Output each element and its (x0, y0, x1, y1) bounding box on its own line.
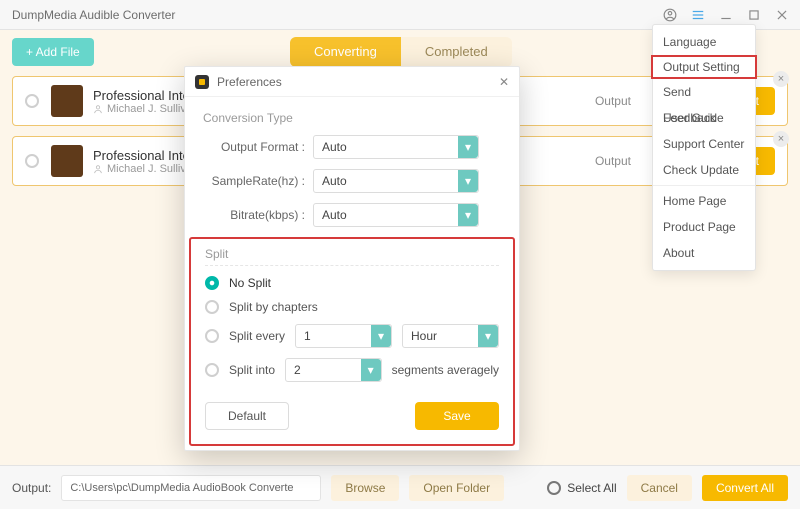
chevron-down-icon: ▾ (361, 359, 381, 381)
convert-all-button[interactable]: Convert All (702, 475, 788, 501)
add-file-button[interactable]: + Add File (12, 38, 94, 66)
book-thumbnail (51, 145, 83, 177)
radio-icon (205, 300, 219, 314)
preferences-dialog: Preferences ✕ Conversion Type Output For… (184, 66, 520, 451)
menu-product-page[interactable]: Product Page (653, 214, 755, 240)
browse-button[interactable]: Browse (331, 475, 399, 501)
output-format-label: Output Format : (203, 140, 313, 154)
app-title: DumpMedia Audible Converter (12, 8, 175, 22)
menu-about[interactable]: About (653, 240, 755, 266)
dialog-close-icon[interactable]: ✕ (499, 75, 509, 89)
split-title: Split (205, 247, 499, 266)
dialog-header: Preferences ✕ (185, 67, 519, 97)
chevron-down-icon: ▾ (458, 136, 478, 158)
output-path-label: Output: (12, 481, 51, 495)
default-button[interactable]: Default (205, 402, 289, 430)
book-thumbnail (51, 85, 83, 117)
split-every-unit[interactable]: Hour ▾ (402, 324, 499, 348)
split-every-value[interactable]: 1 ▾ (295, 324, 392, 348)
dialog-title: Preferences (217, 75, 282, 89)
close-icon[interactable] (768, 1, 796, 29)
split-every[interactable]: Split every 1 ▾ Hour ▾ (205, 324, 499, 348)
cancel-button[interactable]: Cancel (627, 475, 692, 501)
samplerate-label: SampleRate(hz) : (203, 174, 313, 188)
split-section: Split No Split Split by chapters Split e… (189, 237, 515, 446)
bitrate-label: Bitrate(kbps) : (203, 208, 313, 222)
output-path-input[interactable] (61, 475, 321, 501)
remove-item-icon[interactable]: × (773, 131, 789, 147)
tab-completed[interactable]: Completed (401, 37, 512, 67)
bitrate-select[interactable]: Auto ▾ (313, 203, 479, 227)
select-all[interactable]: Select All (547, 481, 616, 495)
main-menu: Language Output Setting Send Feedback Us… (652, 24, 756, 271)
add-file-label: + Add File (26, 45, 80, 59)
menu-support-center[interactable]: Support Center (653, 131, 755, 157)
menu-check-update[interactable]: Check Update (653, 157, 755, 183)
chevron-down-icon: ▾ (371, 325, 391, 347)
chevron-down-icon: ▾ (478, 325, 498, 347)
row-radio[interactable] (25, 154, 39, 168)
split-by-chapters[interactable]: Split by chapters (205, 300, 499, 314)
chevron-down-icon: ▾ (458, 204, 478, 226)
main-tabs: Converting Completed (290, 37, 512, 67)
menu-send-feedback[interactable]: Send Feedback (653, 79, 755, 105)
split-into[interactable]: Split into 2 ▾ segments averagely (205, 358, 499, 382)
row-radio[interactable] (25, 94, 39, 108)
remove-item-icon[interactable]: × (773, 71, 789, 87)
radio-icon (205, 329, 219, 343)
output-format-select[interactable]: Auto ▾ (313, 135, 479, 159)
tab-converting[interactable]: Converting (290, 37, 401, 67)
output-label: Output (595, 94, 631, 108)
radio-icon (205, 276, 219, 290)
menu-home-page[interactable]: Home Page (653, 188, 755, 214)
split-none[interactable]: No Split (205, 276, 499, 290)
select-all-radio[interactable] (547, 481, 561, 495)
app-logo-icon (195, 75, 209, 89)
open-folder-button[interactable]: Open Folder (409, 475, 504, 501)
bottom-bar: Output: Browse Open Folder Select All Ca… (0, 465, 800, 509)
split-into-value[interactable]: 2 ▾ (285, 358, 382, 382)
menu-user-guide[interactable]: User Guide (653, 105, 755, 131)
menu-output-setting[interactable]: Output Setting (651, 55, 757, 79)
conversion-type-title: Conversion Type (203, 111, 501, 125)
samplerate-select[interactable]: Auto ▾ (313, 169, 479, 193)
menu-language[interactable]: Language (653, 29, 755, 55)
save-button[interactable]: Save (415, 402, 499, 430)
radio-icon (205, 363, 219, 377)
chevron-down-icon: ▾ (458, 170, 478, 192)
output-label: Output (595, 154, 631, 168)
